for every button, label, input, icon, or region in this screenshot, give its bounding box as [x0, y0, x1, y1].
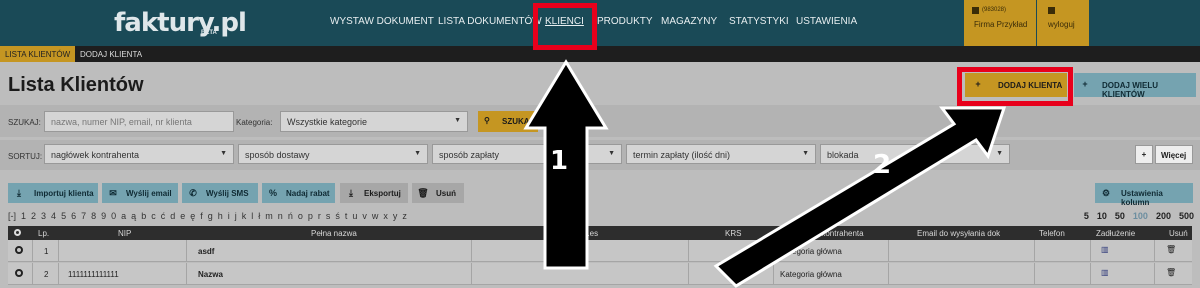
annotation-arrows: [523, 59, 1007, 288]
annotation-label-2: 2: [873, 150, 892, 180]
arrow-diagonal-icon: [713, 106, 1007, 288]
annotation-label-1: 1: [550, 146, 569, 176]
